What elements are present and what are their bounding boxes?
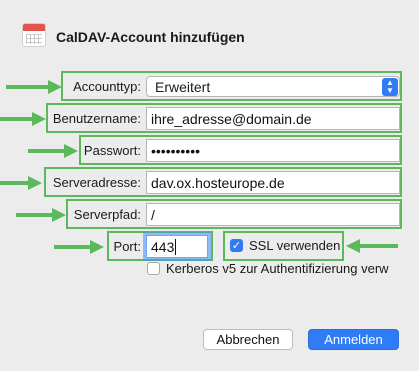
select-stepper-icon: ▲ ▼ bbox=[382, 78, 398, 96]
calendar-icon bbox=[22, 23, 46, 47]
confirm-button[interactable]: Anmelden bbox=[308, 329, 399, 350]
server-address-value: dav.ox.hosteurope.de bbox=[151, 175, 285, 191]
annotation-arrow-icon bbox=[346, 239, 398, 253]
account-type-value: Erweitert bbox=[155, 79, 211, 95]
dialog-title: CalDAV-Account hinzufügen bbox=[56, 29, 245, 45]
port-value: 443 bbox=[151, 239, 175, 255]
kerberos-checkbox[interactable] bbox=[147, 262, 160, 275]
server-path-field[interactable]: / bbox=[146, 203, 400, 226]
port-field[interactable]: 443 bbox=[146, 235, 208, 258]
annotation-arrow-icon bbox=[28, 144, 78, 158]
dialog-header: CalDAV-Account hinzufügen bbox=[0, 0, 419, 70]
annotation-arrow-icon bbox=[54, 240, 104, 254]
server-address-field[interactable]: dav.ox.hosteurope.de bbox=[146, 171, 400, 194]
account-type-select[interactable]: Erweitert ▲ ▼ bbox=[146, 76, 400, 97]
ssl-checkbox[interactable]: ✓ bbox=[230, 239, 243, 252]
password-field[interactable]: •••••••••• bbox=[146, 139, 400, 162]
password-label: Passwort: bbox=[83, 143, 141, 158]
username-value: ihre_adresse@domain.de bbox=[151, 111, 312, 127]
server-path-value: / bbox=[151, 207, 155, 223]
server-path-label: Serverpfad: bbox=[73, 207, 141, 222]
annotation-arrow-icon bbox=[0, 112, 46, 126]
username-label: Benutzername: bbox=[52, 111, 141, 126]
username-field[interactable]: ihre_adresse@domain.de bbox=[146, 107, 400, 130]
cancel-button[interactable]: Abbrechen bbox=[203, 329, 293, 350]
ssl-label[interactable]: SSL verwenden bbox=[249, 238, 340, 253]
password-value: •••••••••• bbox=[151, 143, 201, 159]
annotation-arrow-icon bbox=[0, 176, 42, 190]
annotation-arrow-icon bbox=[16, 208, 66, 222]
account-type-label: Accounttyp: bbox=[73, 79, 141, 94]
annotation-arrow-icon bbox=[6, 80, 62, 94]
server-address-label: Serveradresse: bbox=[52, 175, 141, 190]
kerberos-label[interactable]: Kerberos v5 zur Authentifizierung verw bbox=[166, 261, 400, 276]
port-label: Port: bbox=[113, 239, 141, 254]
